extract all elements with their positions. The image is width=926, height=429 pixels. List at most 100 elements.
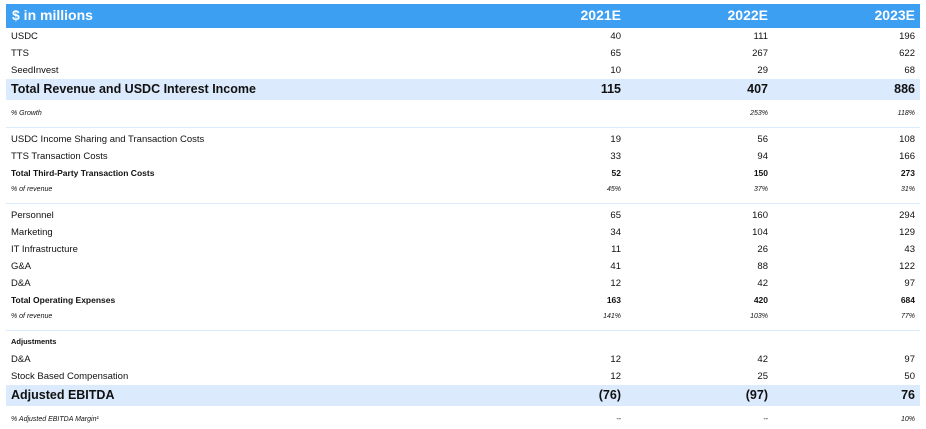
cell-2022e: 94: [757, 151, 768, 162]
cell-2022e: 160: [752, 210, 768, 221]
cell-2022e: 25: [757, 371, 768, 382]
section-heading: Adjustments: [11, 337, 57, 346]
row-label: % of revenue: [11, 313, 53, 320]
cell-2021e: 12: [610, 354, 621, 365]
cell-2023e: 684: [900, 295, 915, 305]
row-label: USDC: [11, 31, 38, 42]
cell-2023e: 122: [899, 261, 915, 272]
cell-2022e: 56: [757, 134, 768, 145]
cell-2023e: 97: [904, 278, 915, 289]
cell-2023e: 273: [900, 168, 915, 178]
row-label: Total Third-Party Transaction Costs: [11, 168, 155, 178]
row-stock-based-comp: Stock Based Compensation 12 25 50: [6, 368, 920, 385]
row-marketing: Marketing 34 104 129: [6, 224, 920, 241]
cell-2023e: 76: [901, 388, 915, 402]
cell-2021e: 33: [610, 151, 621, 162]
cell-2021e: 141%: [603, 313, 621, 320]
cell-2022e: 253%: [750, 110, 768, 117]
row-tts: TTS 65 267 622: [6, 45, 920, 62]
cell-2022e: 42: [757, 354, 768, 365]
cell-2021e: --: [616, 416, 621, 423]
row-label: TTS Transaction Costs: [11, 151, 108, 162]
row-usdc-income-sharing: USDC Income Sharing and Transaction Cost…: [6, 131, 920, 148]
cell-2021e: 65: [610, 48, 621, 59]
cell-2021e: 10: [610, 65, 621, 76]
cell-2022e: 88: [757, 261, 768, 272]
row-label: D&A: [11, 354, 31, 365]
cell-2022e: 104: [752, 227, 768, 238]
adjustments-heading: Adjustments: [6, 334, 920, 351]
cell-2023e: 97: [904, 354, 915, 365]
row-label: TTS: [11, 48, 29, 59]
cell-2021e: 12: [610, 371, 621, 382]
cell-2022e: 111: [753, 31, 768, 42]
cell-2021e: (76): [598, 388, 621, 402]
row-usdc: USDC 40 111 196: [6, 28, 920, 45]
row-total-third-party: Total Third-Party Transaction Costs 52 1…: [6, 165, 920, 182]
year-2021e-header: 2021E: [580, 7, 621, 23]
cell-2023e: 50: [904, 371, 915, 382]
year-2022e-header: 2022E: [727, 7, 768, 23]
cell-2023e: 77%: [900, 313, 915, 320]
cell-2023e: 118%: [897, 110, 915, 117]
row-label: % Growth: [11, 110, 42, 117]
cell-2023e: 166: [899, 151, 915, 162]
cell-2022e: 37%: [753, 186, 768, 193]
row-opex-pct: % of revenue 141% 103% 77%: [6, 309, 920, 326]
row-g-and-a: G&A 41 88 122: [6, 258, 920, 275]
row-label: G&A: [11, 261, 32, 272]
cell-2021e: 19: [610, 134, 621, 145]
cell-2022e: 420: [753, 295, 768, 305]
cell-2022e: 26: [757, 244, 768, 255]
row-label: USDC Income Sharing and Transaction Cost…: [11, 134, 205, 145]
cell-2022e: (97): [745, 388, 768, 402]
row-label: Total Revenue and USDC Interest Income: [11, 82, 256, 96]
cell-2023e: 129: [899, 227, 915, 238]
cell-2021e: 11: [611, 244, 621, 255]
cell-2022e: --: [763, 416, 768, 423]
cell-2021e: 163: [606, 295, 621, 305]
row-label: Stock Based Compensation: [11, 371, 129, 382]
row-third-party-pct: % of revenue 45% 37% 31%: [6, 182, 920, 199]
cell-2022e: 42: [757, 278, 768, 289]
cell-2022e: 103%: [750, 313, 768, 320]
cell-2022e: 29: [757, 65, 768, 76]
row-total-opex: Total Operating Expenses 163 420 684: [6, 292, 920, 309]
row-ebitda-margin: % Adjusted EBITDA Margin¹ -- -- 10%: [6, 412, 920, 429]
row-total-revenue: Total Revenue and USDC Interest Income 1…: [6, 79, 920, 100]
cell-2023e: 10%: [900, 416, 915, 423]
cell-2023e: 622: [899, 48, 915, 59]
cell-2023e: 196: [899, 31, 915, 42]
cell-2021e: 45%: [606, 186, 621, 193]
row-label: Adjusted EBITDA: [11, 388, 115, 402]
section-divider: [6, 199, 920, 207]
cell-2021e: 115: [600, 82, 621, 96]
cell-2021e: 40: [610, 31, 621, 42]
row-it-infrastructure: IT Infrastructure 11 26 43: [6, 241, 920, 258]
cell-2022e: 267: [752, 48, 768, 59]
units-label: $ in millions: [12, 7, 93, 23]
cell-2021e: 34: [610, 227, 621, 238]
cell-2021e: 65: [610, 210, 621, 221]
row-personnel: Personnel 65 160 294: [6, 207, 920, 224]
cell-2023e: 68: [904, 65, 915, 76]
row-label: D&A: [11, 278, 31, 289]
cell-2023e: 43: [904, 244, 915, 255]
row-d-and-a: D&A 12 42 97: [6, 275, 920, 292]
row-label: Total Operating Expenses: [11, 295, 116, 305]
table-header: $ in millions 2021E 2022E 2023E: [6, 4, 920, 28]
row-tts-transaction-costs: TTS Transaction Costs 33 94 166: [6, 148, 920, 165]
financial-table: $ in millions 2021E 2022E 2023E USDC 40 …: [6, 4, 920, 429]
section-divider: [6, 326, 920, 334]
row-label: IT Infrastructure: [11, 244, 78, 255]
cell-2023e: 294: [899, 210, 915, 221]
row-label: Marketing: [11, 227, 53, 238]
year-2023e-header: 2023E: [874, 7, 915, 23]
row-label: % of revenue: [11, 186, 53, 193]
cell-2021e: 52: [611, 168, 621, 178]
row-growth: % Growth 253% 118%: [6, 106, 920, 123]
cell-2021e: 12: [610, 278, 621, 289]
cell-2022e: 407: [747, 82, 768, 96]
row-label: % Adjusted EBITDA Margin¹: [11, 416, 99, 423]
cell-2022e: 150: [753, 168, 768, 178]
